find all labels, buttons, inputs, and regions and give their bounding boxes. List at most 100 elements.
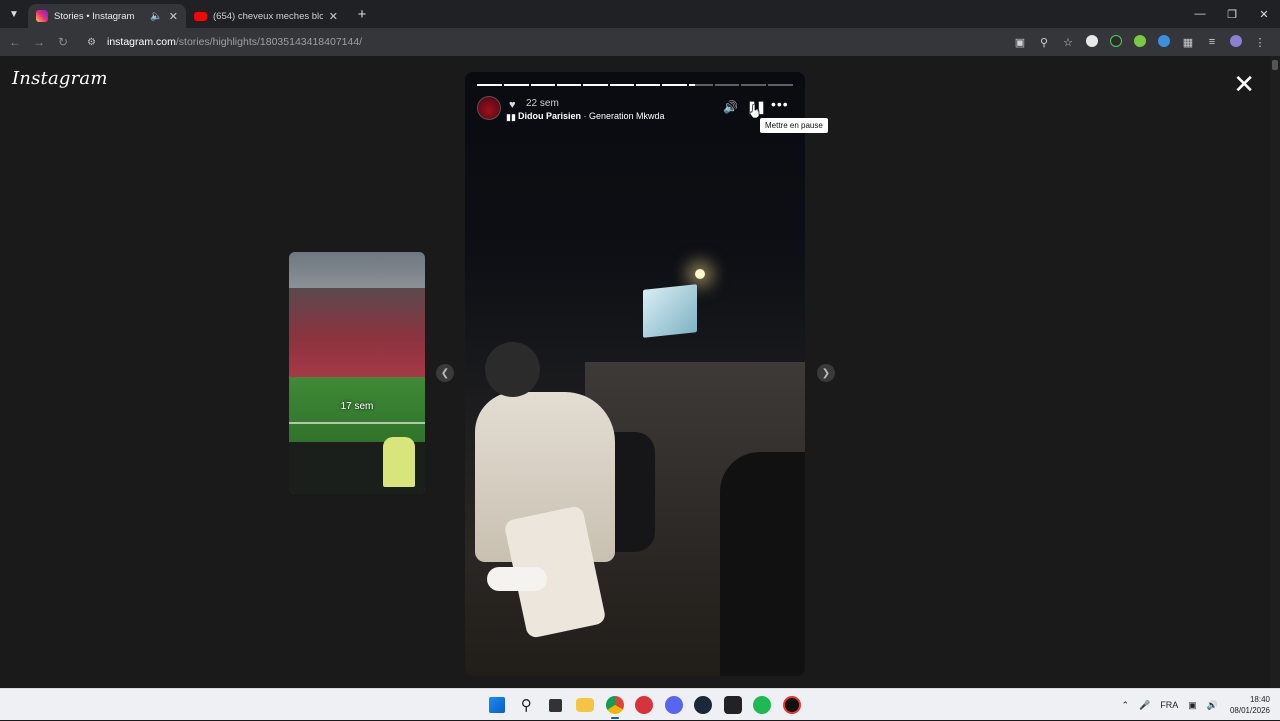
address-path: /stories/highlights/18035143418407144/ xyxy=(175,36,363,48)
app-dark-icon[interactable] xyxy=(718,689,748,721)
close-tab-icon[interactable]: ✕ xyxy=(329,10,338,23)
discord-icon[interactable] xyxy=(659,689,689,721)
song-separator: · xyxy=(581,111,590,121)
extension-2-icon[interactable] xyxy=(1104,34,1128,50)
close-window-icon[interactable]: ✕ xyxy=(1248,0,1280,28)
story-song-link[interactable]: Didou Parisien · Generation Mkwda xyxy=(518,111,665,121)
display-icon[interactable]: ▣ xyxy=(1188,700,1197,711)
extension-4-icon[interactable] xyxy=(1152,34,1176,50)
file-explorer-icon[interactable] xyxy=(571,689,601,721)
spotify-icon[interactable] xyxy=(748,689,778,721)
toolbar-icons: ▣ ⚲ ☆ ▦ ≡ ⋮ xyxy=(1008,34,1272,50)
tab-title: (654) cheveux meches blondes xyxy=(213,10,323,22)
next-story-arrow-icon[interactable]: ❯ xyxy=(817,364,835,382)
story-billboard xyxy=(643,284,697,338)
address-bar[interactable]: ⚙ instagram.com/stories/highlights/18035… xyxy=(81,31,981,53)
window-controls: — ❐ ✕ xyxy=(1184,0,1280,28)
forward-icon[interactable]: → xyxy=(27,35,51,49)
progress-segment-gap xyxy=(660,84,663,86)
instagram-logo[interactable]: Instagram xyxy=(12,68,108,89)
language-indicator[interactable]: FRA xyxy=(1160,700,1178,710)
story-header: ♥ 22 sem ▮▮ Didou Parisien · Generation … xyxy=(477,96,793,126)
back-icon[interactable]: ← xyxy=(3,35,27,49)
steam-icon[interactable] xyxy=(689,689,719,721)
tab-audio-icon[interactable]: 🔈 xyxy=(150,11,162,22)
page-viewport: Instagram ✕ 17 sem ❮ ❯ ♥ 22 sem ▮▮ Didou… xyxy=(0,56,1280,688)
previous-story-arrow-icon[interactable]: ❮ xyxy=(436,364,454,382)
preview-sky xyxy=(289,252,425,292)
preview-time-label: 17 sem xyxy=(340,401,374,412)
story-streetlight xyxy=(695,269,705,279)
app-red-icon[interactable] xyxy=(630,689,660,721)
tab-youtube[interactable]: (654) cheveux meches blondes ✕ xyxy=(186,4,346,28)
story-progress-bar xyxy=(477,84,793,86)
pause-tooltip: Mettre en pause xyxy=(760,118,828,133)
browser-menu-icon[interactable]: ⋮ xyxy=(1248,36,1272,49)
app-red-glyph xyxy=(635,696,654,714)
windows-taskbar: ⚲ ⌃ 🎤 FRA ▣ 🔊 18:40 08/01/2026 xyxy=(0,688,1280,720)
windows-logo-icon xyxy=(488,697,505,713)
story-avatar[interactable] xyxy=(477,96,501,120)
progress-segment-gap xyxy=(581,84,584,86)
tab-instagram[interactable]: Stories • Instagram 🔈 ✕ xyxy=(28,4,186,28)
progress-segment-gap xyxy=(502,84,505,86)
reading-list-icon[interactable]: ≡ xyxy=(1200,36,1224,48)
app-black-glyph xyxy=(782,696,801,714)
clock[interactable]: 18:40 08/01/2026 xyxy=(1230,694,1270,716)
zoom-icon[interactable]: ⚲ xyxy=(1032,36,1056,49)
scrollbar-thumb[interactable] xyxy=(1272,60,1278,70)
progress-segment-gap xyxy=(634,84,636,86)
previous-story-preview[interactable]: 17 sem xyxy=(289,252,425,494)
start-button[interactable] xyxy=(482,689,512,721)
tab-search-icon[interactable]: ▼ xyxy=(0,0,28,28)
extensions-puzzle-icon[interactable]: ▦ xyxy=(1176,36,1200,49)
song-artist: Didou Parisien xyxy=(518,111,582,121)
chrome-icon[interactable] xyxy=(600,689,630,721)
clock-time: 18:40 xyxy=(1249,695,1270,704)
spotify-glyph xyxy=(753,696,772,714)
discord-glyph xyxy=(664,696,683,714)
search-icon[interactable]: ⚲ xyxy=(512,689,542,721)
magnifier-glyph: ⚲ xyxy=(520,697,532,714)
progress-segment-gap xyxy=(555,84,557,86)
restore-icon[interactable]: ❐ xyxy=(1216,0,1248,28)
progress-segment-gap xyxy=(686,84,689,86)
story-helmet xyxy=(485,342,540,397)
progress-segment-gap xyxy=(713,84,715,86)
system-tray: ⌃ 🎤 FRA ▣ 🔊 18:40 08/01/2026 xyxy=(1111,689,1270,721)
minimize-icon[interactable]: — xyxy=(1184,0,1216,28)
progress-segment-gap xyxy=(765,84,768,86)
app-black-icon[interactable] xyxy=(777,689,807,721)
volume-icon[interactable]: 🔊 xyxy=(1207,700,1218,711)
task-view-icon[interactable] xyxy=(541,689,571,721)
address-host: instagram.com xyxy=(107,36,176,48)
close-story-button[interactable]: ✕ xyxy=(1233,71,1255,97)
tray-chevron-icon[interactable]: ⌃ xyxy=(1121,700,1129,711)
extension-1-icon[interactable] xyxy=(1080,34,1104,50)
close-tab-icon[interactable]: ✕ xyxy=(169,10,178,23)
instagram-favicon-icon xyxy=(36,10,48,22)
story-viewer[interactable]: ♥ 22 sem ▮▮ Didou Parisien · Generation … xyxy=(465,72,805,676)
progress-segment-gap xyxy=(607,84,610,86)
more-options-icon[interactable]: ••• xyxy=(771,96,789,112)
new-tab-button[interactable]: + xyxy=(350,6,374,23)
install-app-icon[interactable]: ▣ xyxy=(1008,36,1032,49)
site-info-icon[interactable]: ⚙ xyxy=(87,37,99,48)
extension-3-icon[interactable] xyxy=(1128,34,1152,50)
app-dark-glyph xyxy=(723,696,742,714)
story-time: 22 sem xyxy=(526,98,559,109)
tab-title: Stories • Instagram xyxy=(54,10,135,22)
hand-cursor-icon xyxy=(750,104,760,118)
sound-toggle-icon[interactable]: 🔊 xyxy=(723,100,738,114)
browser-toolbar: ← → ↻ ⚙ instagram.com/stories/highlights… xyxy=(0,28,1280,56)
scrollbar[interactable] xyxy=(1270,56,1280,688)
profile-avatar-icon[interactable] xyxy=(1224,34,1248,50)
preview-stands xyxy=(289,288,425,380)
reload-icon[interactable]: ↻ xyxy=(51,35,75,49)
story-shoe xyxy=(487,567,547,591)
music-bars-icon: ▮▮ xyxy=(506,112,516,122)
song-title: Generation Mkwda xyxy=(589,111,665,121)
bookmark-star-icon[interactable]: ☆ xyxy=(1056,36,1080,49)
microphone-icon[interactable]: 🎤 xyxy=(1139,700,1150,711)
preview-field-line xyxy=(289,422,425,424)
